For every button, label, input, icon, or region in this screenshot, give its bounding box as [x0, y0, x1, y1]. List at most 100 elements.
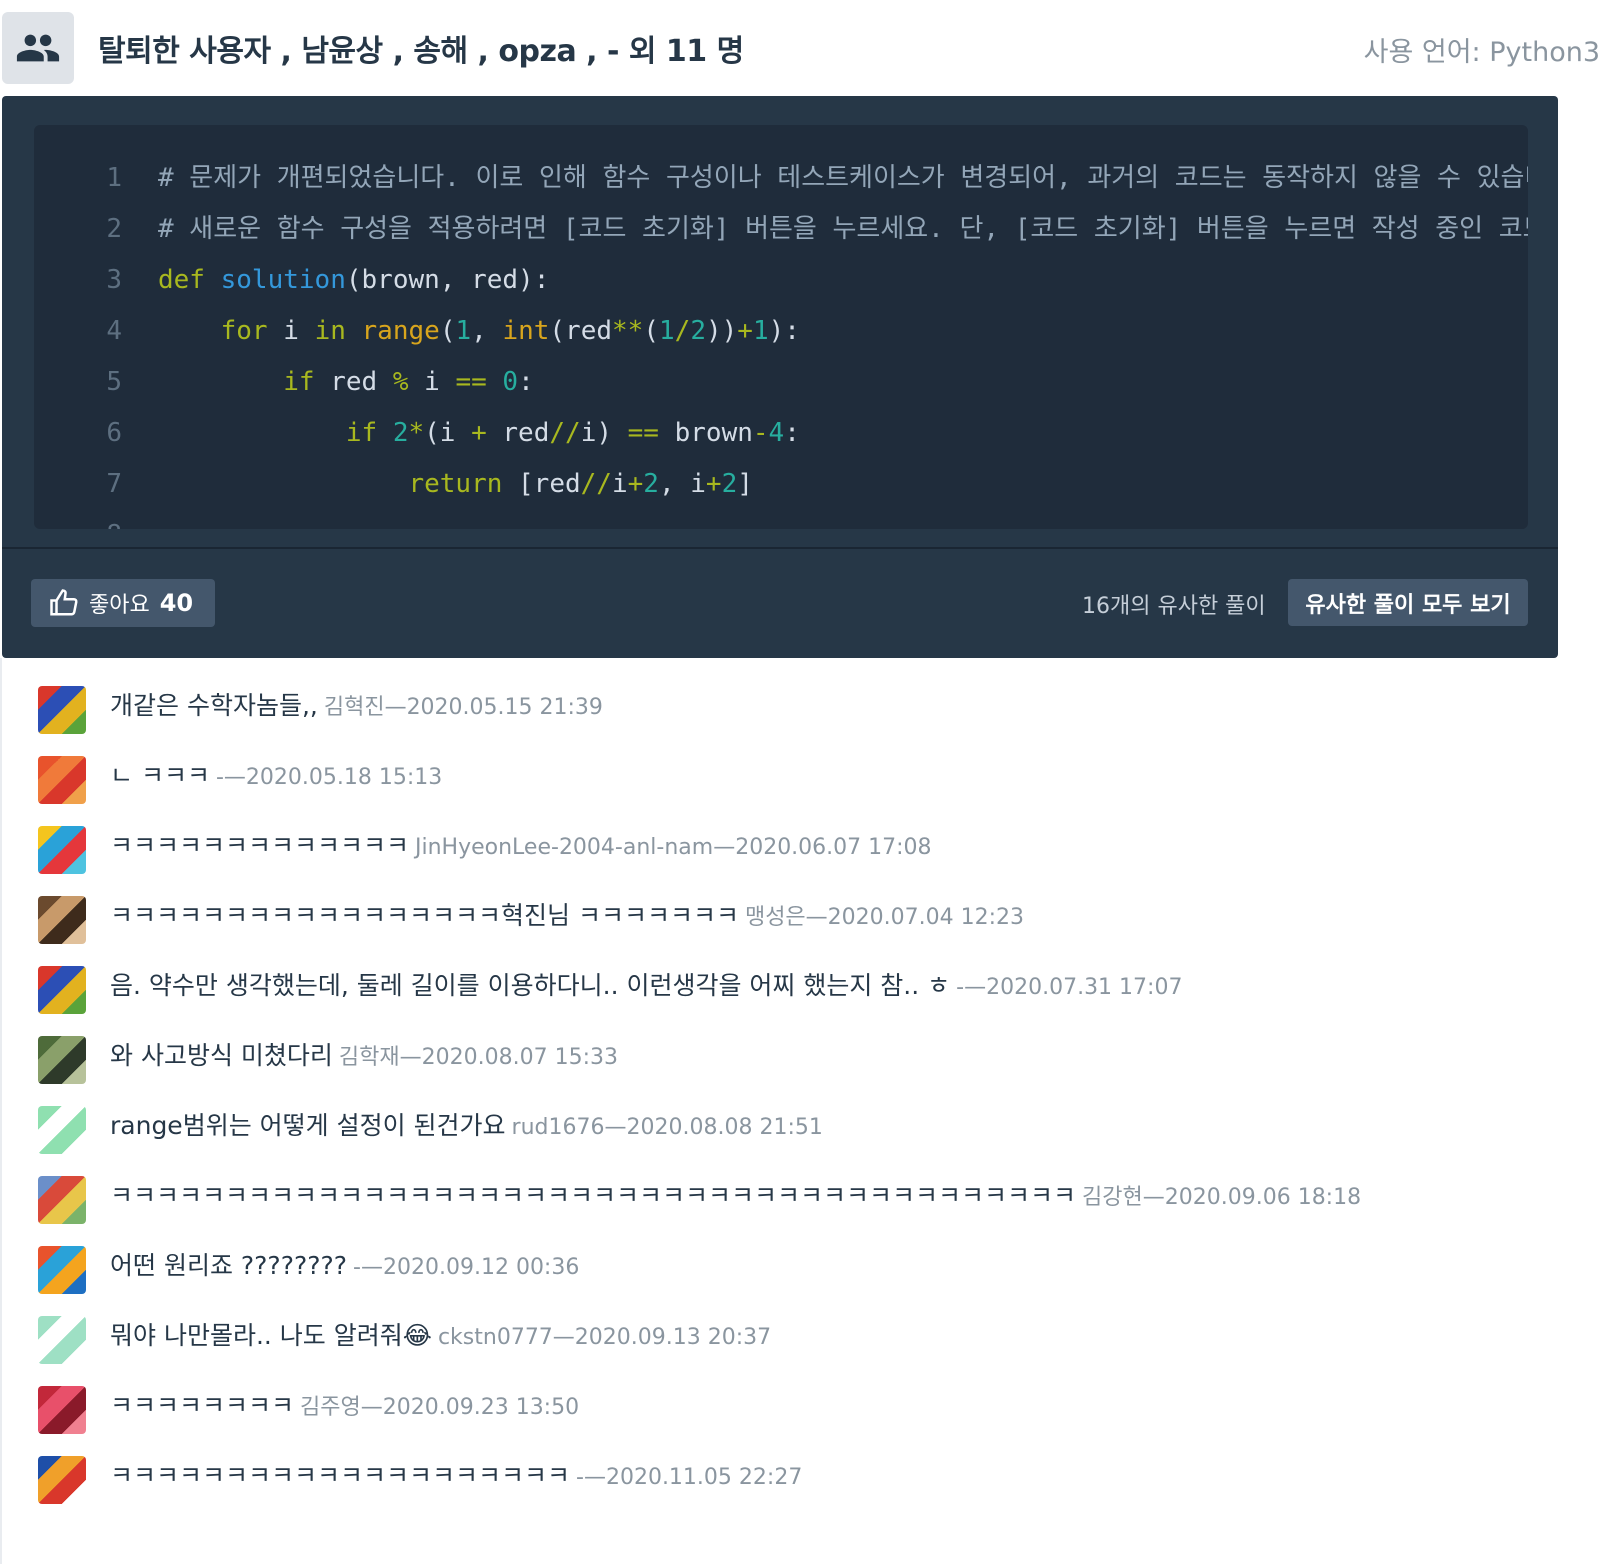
- comment-meta: 김학재—2020.08.07 15:33: [338, 1045, 618, 1070]
- code-text: i: [408, 367, 456, 397]
- comment-meta: rud1676—2020.08.08 21:51: [511, 1115, 823, 1140]
- comment-text: 개같은 수학자놈들,,: [110, 691, 318, 720]
- code-line-5: 5 if red % i == 0:: [34, 357, 534, 407]
- comment-meta: 김강현—2020.09.06 18:18: [1082, 1185, 1362, 1210]
- avatar[interactable]: [38, 1246, 86, 1294]
- code-line-3: 3 def solution(brown, red):: [34, 255, 549, 305]
- code-line-6: 6 if 2*(i + red//i) == brown-4:: [34, 408, 800, 458]
- code-builtin: int: [502, 316, 550, 346]
- people-icon: [2, 12, 74, 84]
- avatar[interactable]: [38, 1036, 86, 1084]
- comment-content: 개같은 수학자놈들,, 김혁진—2020.05.15 21:39: [110, 686, 603, 722]
- comment-meta: -—2020.11.05 22:27: [576, 1465, 803, 1490]
- code-keyword: if: [345, 418, 378, 448]
- comment-text: ㅋㅋㅋㅋㅋㅋㅋㅋ: [110, 1391, 295, 1420]
- avatar[interactable]: [38, 826, 86, 874]
- authors-title: 탈퇴한 사용자 , 남윤상 , 송해 , opza , - 외 11 명: [98, 34, 744, 69]
- comment-content: 음. 약수만 생각했는데, 둘레 길이를 이용하다니.. 이런생각을 어찌 했는…: [110, 966, 1182, 1002]
- line-number: 6: [106, 418, 122, 448]
- avatar[interactable]: [38, 1316, 86, 1364]
- code-operator: //: [580, 469, 612, 499]
- comment-meta: 맹성은—2020.07.04 12:23: [744, 905, 1025, 930]
- code-text: red: [314, 367, 393, 397]
- code-operator: %: [392, 367, 409, 397]
- code-text: brown: [658, 418, 753, 448]
- comment-text: ㄴ ㅋㅋㅋ: [110, 761, 210, 790]
- thread-line: [0, 658, 2, 1564]
- code-operator: +: [737, 316, 753, 346]
- comment-meta: -—2020.07.31 17:07: [956, 975, 1183, 1000]
- avatar[interactable]: [38, 1176, 86, 1224]
- code-number: 0: [502, 367, 519, 397]
- comment-meta: 김혁진—2020.05.15 21:39: [323, 695, 603, 720]
- code-keyword: def: [158, 265, 205, 295]
- code-operator: //: [549, 418, 581, 448]
- code-operator: **: [612, 316, 644, 346]
- comment-content: ㄴ ㅋㅋㅋ -—2020.05.18 15:13: [110, 756, 442, 792]
- comment-meta: ckstn0777—2020.09.13 20:37: [437, 1325, 772, 1350]
- avatar[interactable]: [38, 686, 86, 734]
- code-text: (red: [549, 316, 613, 346]
- like-button[interactable]: 좋아요 40: [31, 579, 215, 627]
- avatar[interactable]: [38, 896, 86, 944]
- code-function: solution: [220, 265, 346, 295]
- code-editor: 1 # 문제가 개편되었습니다. 이로 인해 함수 구성이나 테스트케이스가 변경…: [34, 125, 1528, 529]
- comment-text: ㅋㅋㅋㅋㅋㅋㅋㅋㅋㅋㅋㅋㅋㅋㅋㅋㅋ혁진님 ㅋㅋㅋㅋㅋㅋㅋ: [110, 901, 739, 930]
- code-text: ,: [471, 316, 503, 346]
- code-text: i): [580, 418, 628, 448]
- code-operator: ==: [627, 418, 659, 448]
- comment-text: ㅋㅋㅋㅋㅋㅋㅋㅋㅋㅋㅋㅋㅋㅋㅋㅋㅋㅋㅋㅋ: [110, 1461, 571, 1490]
- comment-text: 와 사고방식 미쳤다리: [110, 1041, 333, 1070]
- comment-content: 뭐야 나만몰라.. 나도 알려줘😂 ckstn0777—2020.09.13 20…: [110, 1316, 771, 1352]
- code-number: 1: [659, 316, 675, 346]
- code-text: i: [611, 469, 628, 499]
- comment-content: ㅋㅋㅋㅋㅋㅋㅋㅋㅋㅋㅋㅋㅋ JinHyeonLee-2004-anl-nam—20…: [110, 826, 932, 862]
- view-similar-button[interactable]: 유사한 풀이 모두 보기: [1288, 579, 1528, 626]
- thumbs-up-icon: [49, 588, 79, 618]
- code-text: , i: [658, 469, 706, 499]
- code-line-8: 8: [34, 510, 158, 529]
- comment-text: range범위는 어떻게 설정이 된건가요: [110, 1111, 506, 1140]
- comment-meta: 김주영—2020.09.23 13:50: [300, 1395, 580, 1420]
- comment-content: ㅋㅋㅋㅋㅋㅋㅋㅋㅋㅋㅋㅋㅋㅋㅋㅋㅋㅋㅋㅋ -—2020.11.05 22:27: [110, 1456, 802, 1492]
- code-text: (i: [424, 418, 472, 448]
- comment-content: ㅋㅋㅋㅋㅋㅋㅋㅋ 김주영—2020.09.23 13:50: [110, 1386, 579, 1422]
- comment-meta: JinHyeonLee-2004-anl-nam—2020.06.07 17:0…: [415, 835, 932, 860]
- comment-text: 뭐야 나만몰라.. 나도 알려줘😂: [110, 1321, 432, 1350]
- line-number: 7: [106, 469, 122, 499]
- comment-text: ㅋㅋㅋㅋㅋㅋㅋㅋㅋㅋㅋㅋㅋ: [110, 831, 410, 860]
- code-text: )): [705, 316, 738, 346]
- code-text: (brown, red):: [345, 265, 550, 295]
- avatar[interactable]: [38, 1106, 86, 1154]
- comment-content: range범위는 어떻게 설정이 된건가요 rud1676—2020.08.08 …: [110, 1106, 823, 1142]
- code-operator: +: [705, 469, 722, 499]
- avatar[interactable]: [38, 756, 86, 804]
- comment-content: ㅋㅋㅋㅋㅋㅋㅋㅋㅋㅋㅋㅋㅋㅋㅋㅋㅋ혁진님 ㅋㅋㅋㅋㅋㅋㅋ 맹성은—2020.07.…: [110, 896, 1024, 932]
- code-keyword: if: [283, 367, 315, 397]
- code-line-7: 7 return [red//i+2, i+2]: [34, 459, 753, 509]
- line-number: 3: [106, 265, 122, 295]
- avatar[interactable]: [38, 966, 86, 1014]
- code-text: i: [267, 316, 315, 346]
- line-number: 2: [106, 214, 122, 244]
- comment-text: 어떤 원리죠 ????????: [110, 1251, 348, 1280]
- code-panel: 1 # 문제가 개편되었습니다. 이로 인해 함수 구성이나 테스트케이스가 변경…: [2, 96, 1558, 658]
- avatar[interactable]: [38, 1456, 86, 1504]
- code-text: :: [518, 367, 534, 397]
- code-comment: # 새로운 함수 구성을 적용하려면 [코드 초기화] 버튼을 누르세요. 단,…: [158, 214, 1528, 244]
- code-number: 1: [752, 316, 769, 346]
- code-keyword: return: [408, 469, 503, 499]
- avatar[interactable]: [38, 1386, 86, 1434]
- code-keyword: in: [314, 316, 346, 346]
- code-operator: +: [471, 418, 487, 448]
- like-label: 좋아요: [89, 593, 150, 618]
- comment-content: 와 사고방식 미쳤다리 김학재—2020.08.07 15:33: [110, 1036, 618, 1072]
- code-number: 2: [721, 469, 738, 499]
- code-text: [red: [502, 469, 581, 499]
- code-operator: *: [408, 418, 425, 448]
- comment-meta: -—2020.05.18 15:13: [215, 765, 443, 790]
- code-text: ):: [768, 316, 800, 346]
- like-count: 40: [159, 589, 194, 617]
- code-comment: # 문제가 개편되었습니다. 이로 인해 함수 구성이나 테스트케이스가 변경되…: [158, 163, 1528, 193]
- comment-content: 어떤 원리죠 ???????? -—2020.09.12 00:36: [110, 1246, 579, 1282]
